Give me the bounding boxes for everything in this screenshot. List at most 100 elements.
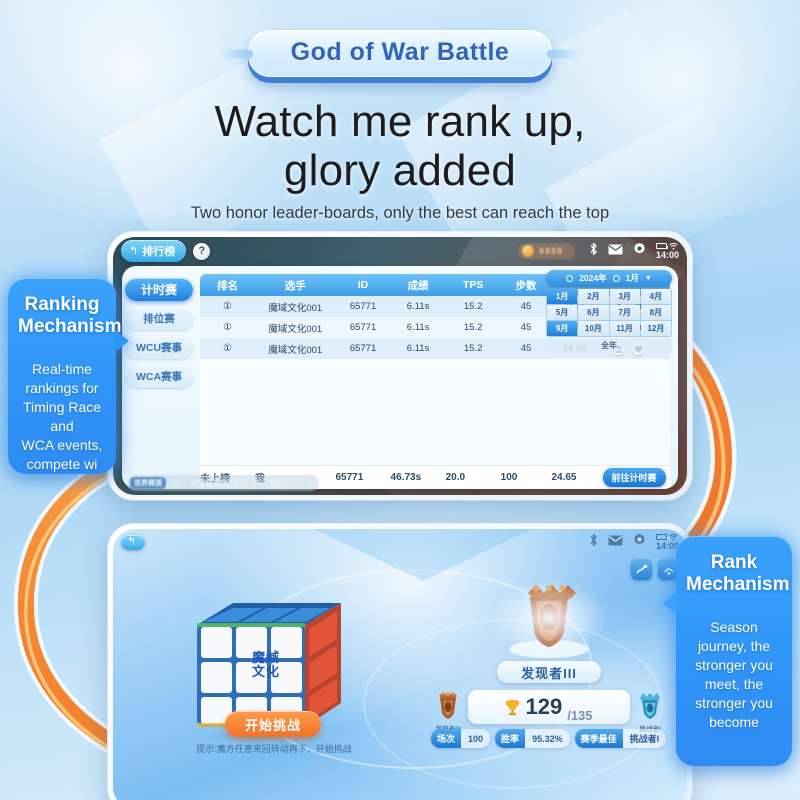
rank-summary-block: 发现者III 发现者III [433, 577, 665, 733]
month-cell[interactable]: 5月 [547, 305, 578, 320]
battery-clock: 14:00 [656, 533, 679, 551]
cell-rank: ① [223, 343, 232, 354]
chat-channel-tag: 世界频道 [130, 477, 166, 489]
cell-tps: 15.2 [463, 343, 483, 354]
back-arrow-icon: ↰ [129, 244, 139, 257]
selected-month-label: 1月 [625, 273, 639, 283]
cube-logo-line-2: 文化 [251, 663, 280, 679]
back-button[interactable]: ↰ [121, 534, 146, 550]
help-icon[interactable]: ? [193, 242, 211, 260]
cell-id: 65771 [349, 343, 377, 354]
medal-glow [489, 579, 609, 657]
month-grid[interactable]: 1月 2月 3月 4月 5月 6月 7月 8月 9月 10月 11月 12月 [546, 288, 672, 337]
header-steps: 步数 [515, 279, 537, 292]
cell-steps: 45 [520, 301, 532, 312]
battery-clock: 14:00 [655, 242, 679, 260]
year-prev-icon[interactable] [566, 274, 574, 282]
gear-icon[interactable] [633, 242, 646, 260]
world-chat-bar[interactable]: 世界频道 用户 赫里玩魔方 发起 "多人邀约..... ▲ [127, 475, 319, 491]
month-cell[interactable]: 4月 [640, 289, 671, 304]
header-player: 选手 [284, 279, 306, 292]
month-cell[interactable]: 11月 [609, 321, 640, 336]
mail-icon[interactable] [608, 242, 623, 260]
banner-title-text: God of War Battle [290, 38, 510, 66]
tab-label: WCA赛事 [135, 371, 183, 383]
callout-rank-mechanism: Rank Mechanism Season journey, the strong… [663, 536, 792, 766]
stat-key: 赛季最佳 [574, 729, 623, 748]
month-cell[interactable]: 12月 [640, 321, 671, 336]
leaderboard-tab-list: 计时赛 排位赛 WCU赛事 WCA赛事 [122, 266, 198, 489]
header-rank: 排名 [217, 279, 239, 292]
header-tps: TPS [462, 279, 484, 291]
rank-progress-card: 129 /135 [468, 690, 630, 724]
battery-icon [656, 534, 669, 540]
goto-timing-race-button[interactable]: 前往计时赛 [602, 468, 666, 487]
my-steps: 100 [500, 472, 518, 483]
rank-progress-row: 发现者III 129 /135 [433, 690, 665, 733]
month-all-year[interactable]: 全年 [546, 338, 672, 353]
help-label: ? [198, 245, 206, 257]
gear-icon[interactable] [633, 533, 646, 551]
system-icons: 14:00 [589, 533, 679, 552]
coin-amount: 8888 [538, 246, 563, 256]
tab-wcu-events[interactable]: WCU赛事 [125, 336, 193, 359]
stat-value: 100 [468, 733, 484, 744]
my-id: 65771 [335, 472, 364, 483]
my-tps: 20.0 [445, 472, 466, 483]
stat-key: 场次 [431, 729, 462, 748]
month-cell[interactable]: 8月 [640, 305, 671, 320]
top-status-bar: ↰ 排行榜 ? 8888 14:00 [113, 237, 687, 265]
phone-leaderboard: ↰ 排行榜 ? 8888 14:00 计时赛 排位赛 WCU赛事 WCA赛事 2… [108, 232, 692, 500]
month-picker[interactable]: 2024年 1月 ▼ 1月 2月 3月 4月 5月 6月 7月 8月 9月 10… [546, 270, 672, 353]
phone-rank-battle-screen: ↰ 14:00 魔域 文化 开始挑战 提示:魔方任意来回转动再下，开始挑战 发现… [113, 529, 687, 800]
cell-rank: ① [223, 322, 232, 333]
callout-left-body: Real-time rankings for Timing Race and WC… [21, 361, 103, 472]
bluetooth-icon[interactable] [589, 242, 598, 261]
month-cell[interactable]: 2月 [578, 289, 609, 304]
headline-line-2: glory added [283, 146, 517, 196]
back-to-leaderboard-button[interactable]: ↰ 排行榜 [121, 240, 187, 262]
callout-right-pointer [663, 592, 677, 614]
header-score: 成绩 [407, 279, 429, 292]
month-prev-icon[interactable] [612, 274, 620, 282]
cell-player: 魔域文化001 [268, 344, 323, 356]
rank-name-badge: 发现者III [497, 661, 601, 683]
cell-steps: 45 [520, 343, 532, 354]
season-stats-row: 场次 100 胜率 95.32% 赛季最佳 挑战者I [431, 729, 669, 748]
month-cell[interactable]: 10月 [578, 321, 609, 336]
stat-key: 胜率 [495, 729, 526, 748]
callout-right-title: Rank Mechanism [686, 552, 790, 596]
headline-block: Watch me rank up, glory added Two honor … [0, 97, 800, 223]
coin-balance[interactable]: 8888 [517, 243, 575, 259]
stat-matches: 场次 100 [431, 729, 491, 748]
month-cell[interactable]: 1月 [547, 289, 578, 304]
month-cell[interactable]: 7月 [609, 305, 640, 320]
chevron-down-icon[interactable]: ▼ [645, 275, 652, 282]
month-cell[interactable]: 9月 [547, 321, 578, 336]
mail-icon[interactable] [608, 533, 623, 551]
month-cell[interactable]: 6月 [578, 305, 609, 320]
wifi-icon [669, 533, 679, 541]
tab-timing-race[interactable]: 计时赛 [125, 278, 193, 301]
banner-title-pill: God of War Battle [247, 30, 553, 77]
tab-ranked-match[interactable]: 排位赛 [125, 307, 193, 330]
chevron-up-icon[interactable]: ▲ [301, 479, 309, 488]
leaderboard-table-area: 2024年 1月 ▼ 1月 2月 3月 4月 5月 6月 7月 8月 9月 10… [198, 266, 678, 489]
stat-value: 挑战者I [629, 734, 660, 744]
rank-medal-area [433, 577, 665, 661]
month-picker-header[interactable]: 2024年 1月 ▼ [546, 270, 672, 286]
clock-time: 14:00 [655, 249, 679, 260]
start-challenge-button[interactable]: 开始挑战 [225, 711, 321, 737]
challenge-hint-text: 提示:魔方任意来回转动再下，开始挑战 [196, 744, 352, 754]
month-cell[interactable]: 3月 [609, 289, 640, 304]
tab-label: 排位赛 [143, 313, 175, 325]
callout-left-pointer [115, 330, 129, 352]
bluetooth-icon[interactable] [589, 533, 598, 552]
trophy-icon [505, 699, 520, 716]
tab-wca-events[interactable]: WCA赛事 [125, 365, 193, 388]
leaderboard-panel: 计时赛 排位赛 WCU赛事 WCA赛事 2024年 1月 ▼ 1月 2月 3月 … [122, 266, 678, 489]
rank-points-total: /135 [567, 708, 593, 723]
chat-message: 用户 赫里玩魔方 发起 "多人邀约..... [171, 478, 296, 488]
cell-score: 6.11s [406, 343, 430, 354]
goto-timing-race-cell: 前往计时赛 [598, 468, 670, 487]
